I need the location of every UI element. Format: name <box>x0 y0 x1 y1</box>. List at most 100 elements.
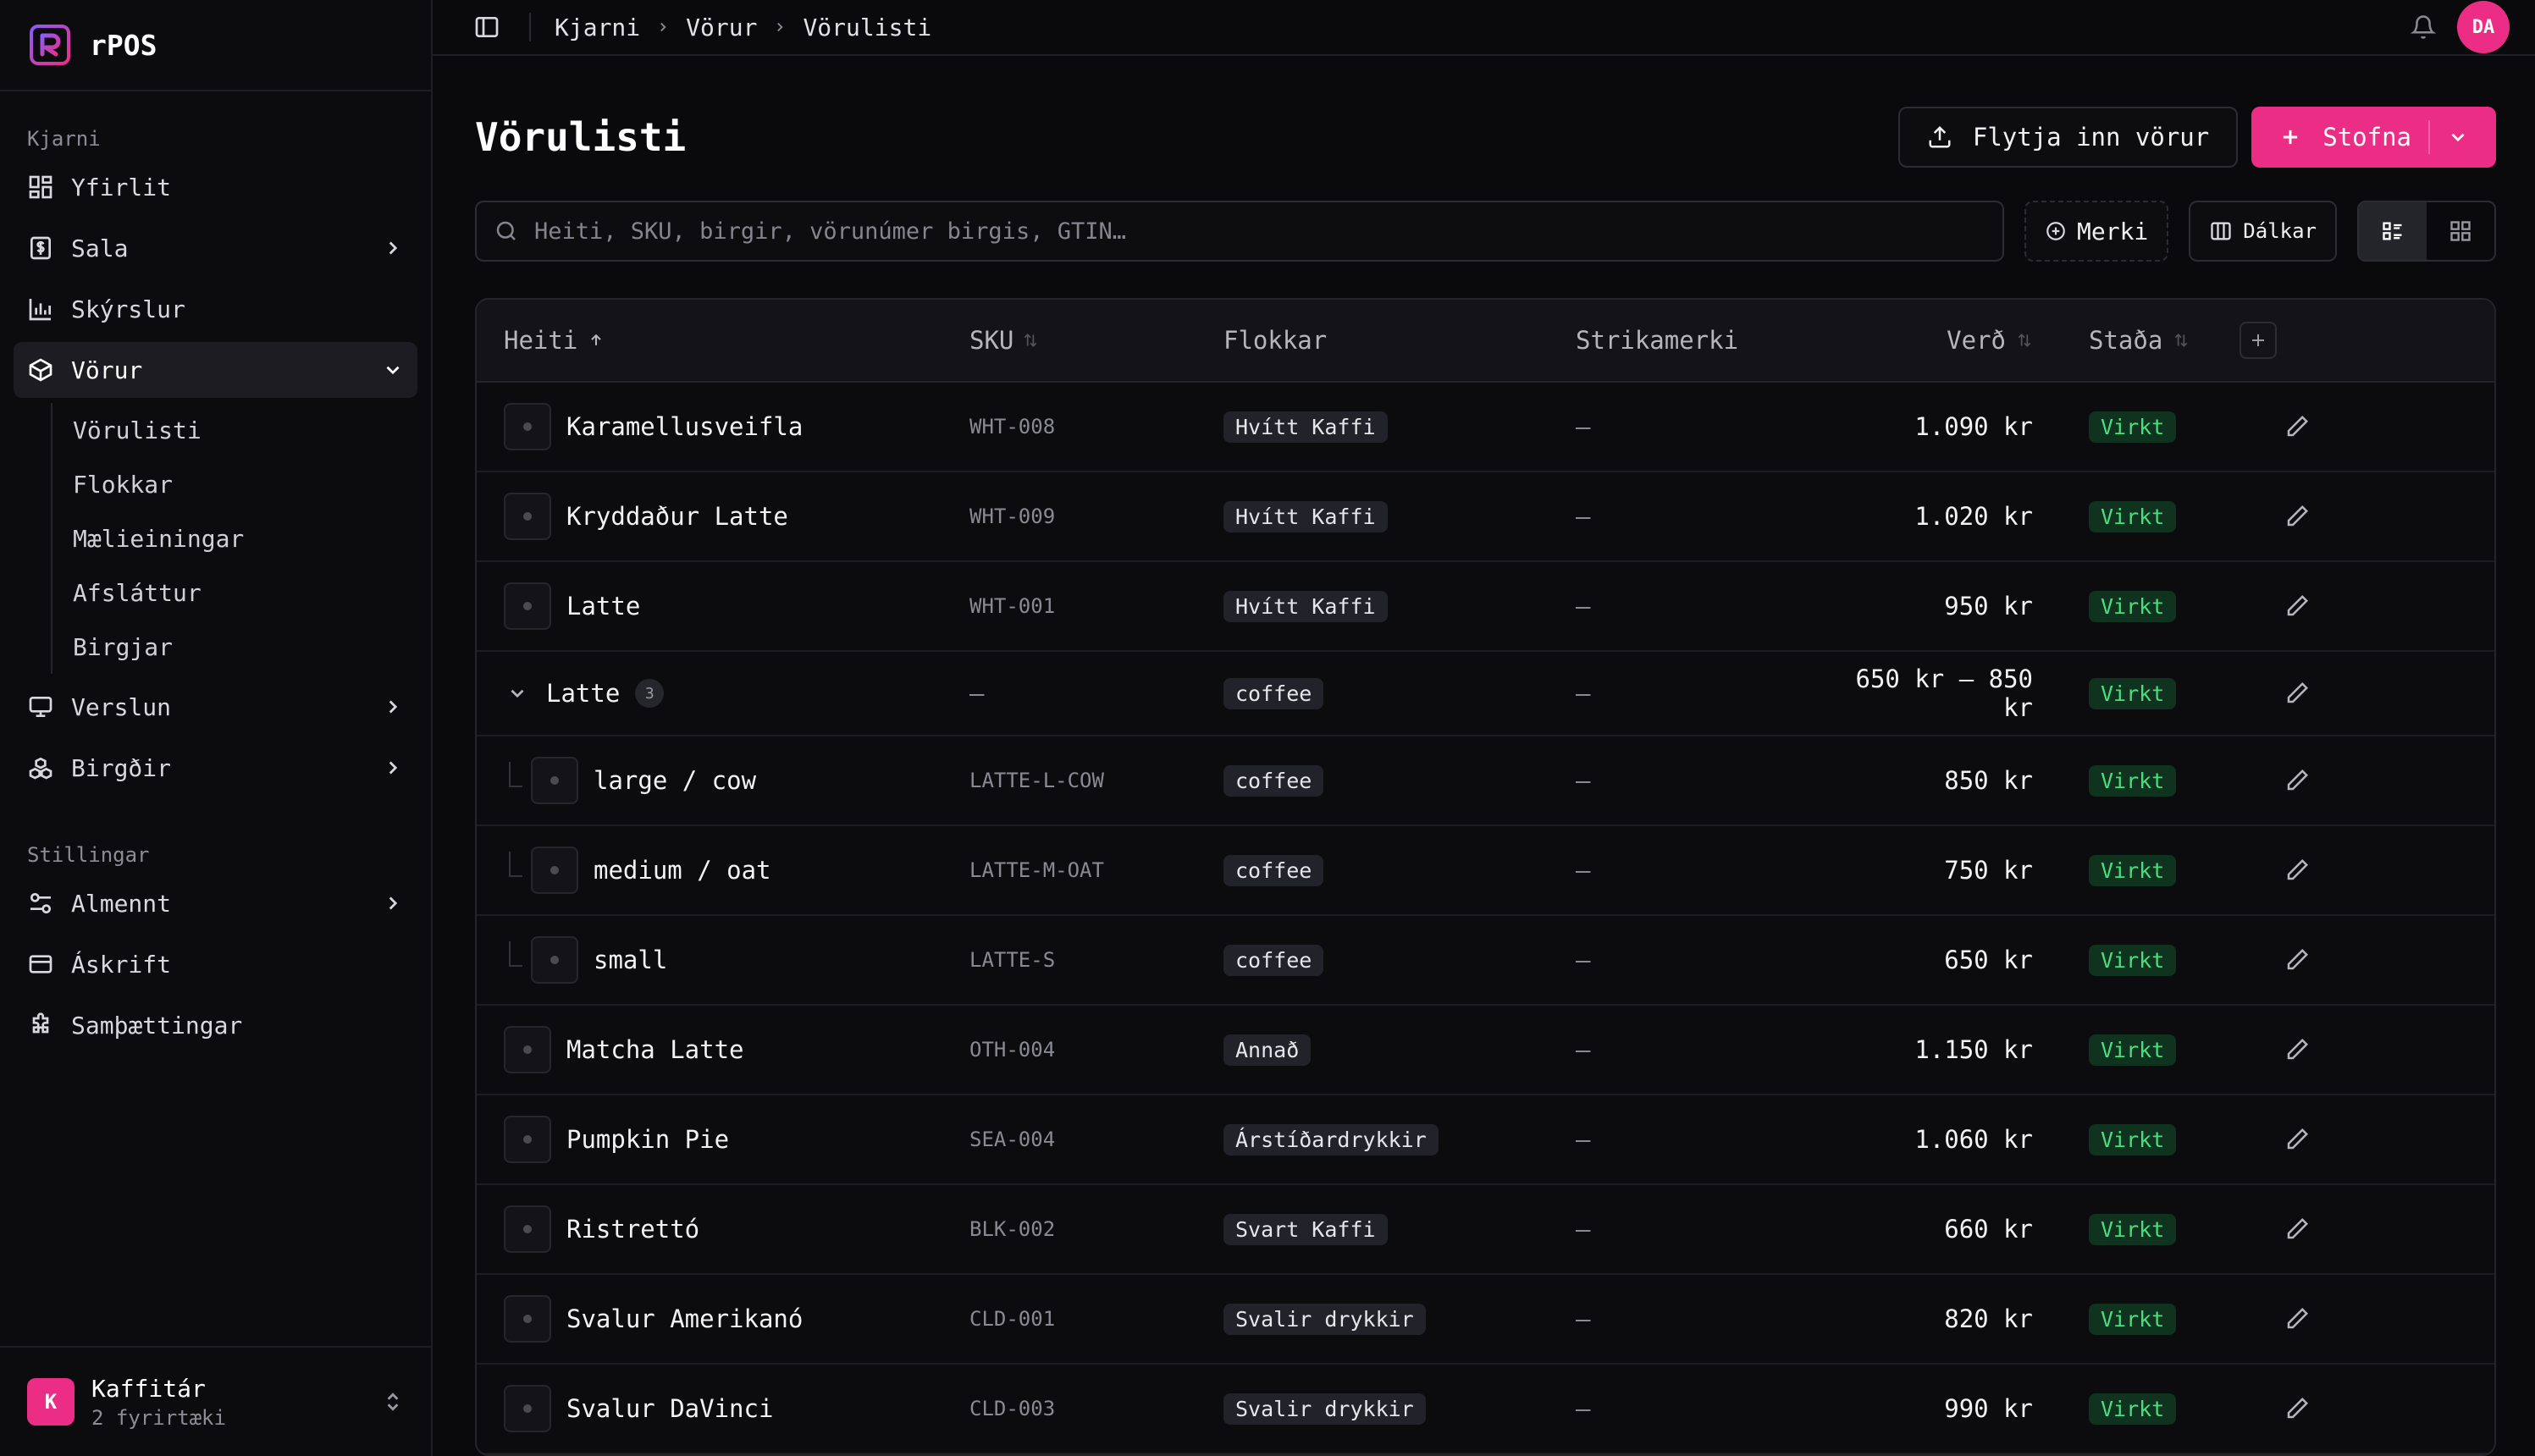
org-name: Kaffitár <box>91 1374 206 1403</box>
product-thumbnail <box>504 1295 551 1343</box>
subnav-item-suppliers[interactable]: Birgjar <box>52 620 417 674</box>
sidebar-item-products[interactable]: Vörur <box>14 342 417 398</box>
breadcrumb-current: Vörulisti <box>803 13 932 41</box>
header-categories: Flokkar <box>1223 326 1328 355</box>
sidebar-item-store[interactable]: Verslun <box>14 679 417 735</box>
sidebar-item-label: Vörur <box>71 356 143 384</box>
subnav-item-discounts[interactable]: Afsláttur <box>52 565 417 620</box>
chevron-right-icon <box>777 22 784 32</box>
barcode-value: — <box>1576 1125 1591 1154</box>
category-badge: Svart Kaffi <box>1223 1213 1388 1245</box>
table-row[interactable]: Kryddaður Latte WHT-009 Hvítt Kaffi — 1.… <box>477 472 2494 562</box>
status-badge: Virkt <box>2089 1213 2177 1245</box>
barcode-value: — <box>1576 1394 1591 1423</box>
pencil-icon <box>2287 858 2309 880</box>
status-badge: Virkt <box>2089 1034 2177 1066</box>
table-row[interactable]: Svalur Amerikanó CLD-001 Svalir drykkir … <box>477 1275 2494 1365</box>
import-products-button[interactable]: Flytja inn vörur <box>1897 107 2239 168</box>
edit-button[interactable] <box>2284 1121 2311 1158</box>
product-name: Svalur Amerikanó <box>566 1304 804 1333</box>
price-value: 650 kr <box>1944 946 2033 974</box>
subnav-item-categories[interactable]: Flokkar <box>52 457 417 511</box>
table-row[interactable]: Matcha Latte OTH-004 Annað — 1.150 kr Vi… <box>477 1006 2494 1095</box>
edit-button[interactable] <box>2284 852 2311 889</box>
status-badge: Virkt <box>2089 411 2177 443</box>
barcode-value: — <box>1576 1304 1591 1333</box>
table-row-variant[interactable]: medium / oat LATTE-M-OAT coffee — 750 kr… <box>477 826 2494 916</box>
create-button[interactable]: Stofna <box>2251 107 2496 168</box>
table-row[interactable]: Pumpkin Pie SEA-004 Árstíðardrykkir — 1.… <box>477 1095 2494 1185</box>
price-value: 1.090 kr <box>1914 412 2033 441</box>
main-area: Kjarni Vörur Vörulisti DA Vörulisti Flyt… <box>433 0 2535 1456</box>
subnav-item-product-list[interactable]: Vörulisti <box>52 403 417 457</box>
header-price[interactable]: Verð <box>1830 326 2033 355</box>
edit-button[interactable] <box>2284 1211 2311 1248</box>
edit-button[interactable] <box>2284 587 2311 625</box>
sidebar-item-overview[interactable]: Yfirlit <box>14 159 417 215</box>
edit-button[interactable] <box>2284 1031 2311 1068</box>
sidebar-toggle-button[interactable] <box>463 3 511 51</box>
chevron-down-icon <box>511 689 524 698</box>
add-column-button[interactable] <box>2240 322 2277 359</box>
pencil-icon <box>2287 1397 2309 1419</box>
tags-filter-button[interactable]: Merki <box>2024 201 2169 262</box>
table-row-variant[interactable]: small LATTE-S coffee — 650 kr Virkt <box>477 916 2494 1006</box>
edit-button[interactable] <box>2284 762 2311 799</box>
edit-button[interactable] <box>2284 498 2311 535</box>
columns-label: Dálkar <box>2243 219 2317 243</box>
table-row[interactable]: Latte WHT-001 Hvítt Kaffi — 950 kr Virkt <box>477 562 2494 652</box>
sidebar-item-reports[interactable]: Skýrslur <box>14 281 417 337</box>
rpos-logo-icon <box>30 25 70 65</box>
table-row-variant[interactable]: large / cow LATTE-L-COW coffee — 850 kr … <box>477 736 2494 826</box>
sidebar-item-label: Birgðir <box>71 753 172 782</box>
brand[interactable]: rPOS <box>0 0 431 91</box>
breadcrumb-item[interactable]: Vörur <box>686 14 757 41</box>
category-badge: Svalir drykkir <box>1223 1303 1426 1335</box>
status-badge: Virkt <box>2089 1393 2177 1425</box>
product-thumbnail <box>531 757 578 804</box>
barcode-value: — <box>1576 412 1591 441</box>
subnav-item-units[interactable]: Mælieiningar <box>52 511 417 565</box>
user-avatar[interactable]: DA <box>2457 1 2510 53</box>
sidebar-item-subscription[interactable]: Áskrift <box>14 936 417 992</box>
product-name: Matcha Latte <box>566 1035 744 1064</box>
product-thumbnail <box>504 1205 551 1253</box>
sidebar-item-inventory[interactable]: Birgðir <box>14 740 417 796</box>
edit-button[interactable] <box>2284 408 2311 445</box>
notifications-button[interactable] <box>2400 3 2447 51</box>
sort-icon <box>2175 334 2188 347</box>
edit-button[interactable] <box>2284 1300 2311 1337</box>
header-sku[interactable]: SKU <box>969 326 1223 355</box>
products-table: Heiti SKU Flokkar Strikamerki Verð Staða… <box>475 298 2496 1456</box>
breadcrumb-item[interactable]: Kjarni <box>555 14 640 41</box>
sidebar-item-sales[interactable]: Sala <box>14 220 417 276</box>
org-switcher[interactable]: K Kaffitár 2 fyrirtæki <box>0 1346 431 1456</box>
sidebar-item-integrations[interactable]: Samþættingar <box>14 997 417 1053</box>
edit-button[interactable] <box>2284 675 2311 712</box>
edit-button[interactable] <box>2284 1390 2311 1427</box>
status-badge: Virkt <box>2089 854 2177 886</box>
sort-icon <box>2018 334 2031 347</box>
header-name[interactable]: Heiti <box>477 326 969 355</box>
barcode-value: — <box>1576 502 1591 531</box>
columns-button[interactable]: Dálkar <box>2189 201 2337 262</box>
header-status[interactable]: Staða <box>2033 326 2240 355</box>
product-sku: WHT-009 <box>969 505 1056 528</box>
search-input[interactable] <box>534 218 1985 245</box>
edit-button[interactable] <box>2284 941 2311 979</box>
price-value: 950 kr <box>1944 592 2033 620</box>
pencil-icon <box>2287 681 2309 703</box>
grid-view-button[interactable] <box>2427 202 2494 260</box>
table-row[interactable]: Karamellusveifla WHT-008 Hvítt Kaffi — 1… <box>477 383 2494 472</box>
sidebar-item-general[interactable]: Almennt <box>14 875 417 931</box>
table-row[interactable]: Svalur DaVinci CLD-003 Svalir drykkir — … <box>477 1365 2494 1454</box>
category-badge: Annað <box>1223 1034 1312 1066</box>
expand-toggle[interactable] <box>504 680 531 707</box>
table-row[interactable]: Ristrettó BLK-002 Svart Kaffi — 660 kr V… <box>477 1185 2494 1275</box>
sidebar-item-label: Samþættingar <box>71 1011 243 1040</box>
org-avatar: K <box>27 1378 75 1426</box>
table-row-group[interactable]: Latte 3 — coffee — 650 kr – 850 kr Virkt <box>477 652 2494 736</box>
chevron-down-icon[interactable] <box>2447 126 2469 148</box>
list-view-button[interactable] <box>2359 202 2427 260</box>
barcode-value: — <box>1576 856 1591 885</box>
